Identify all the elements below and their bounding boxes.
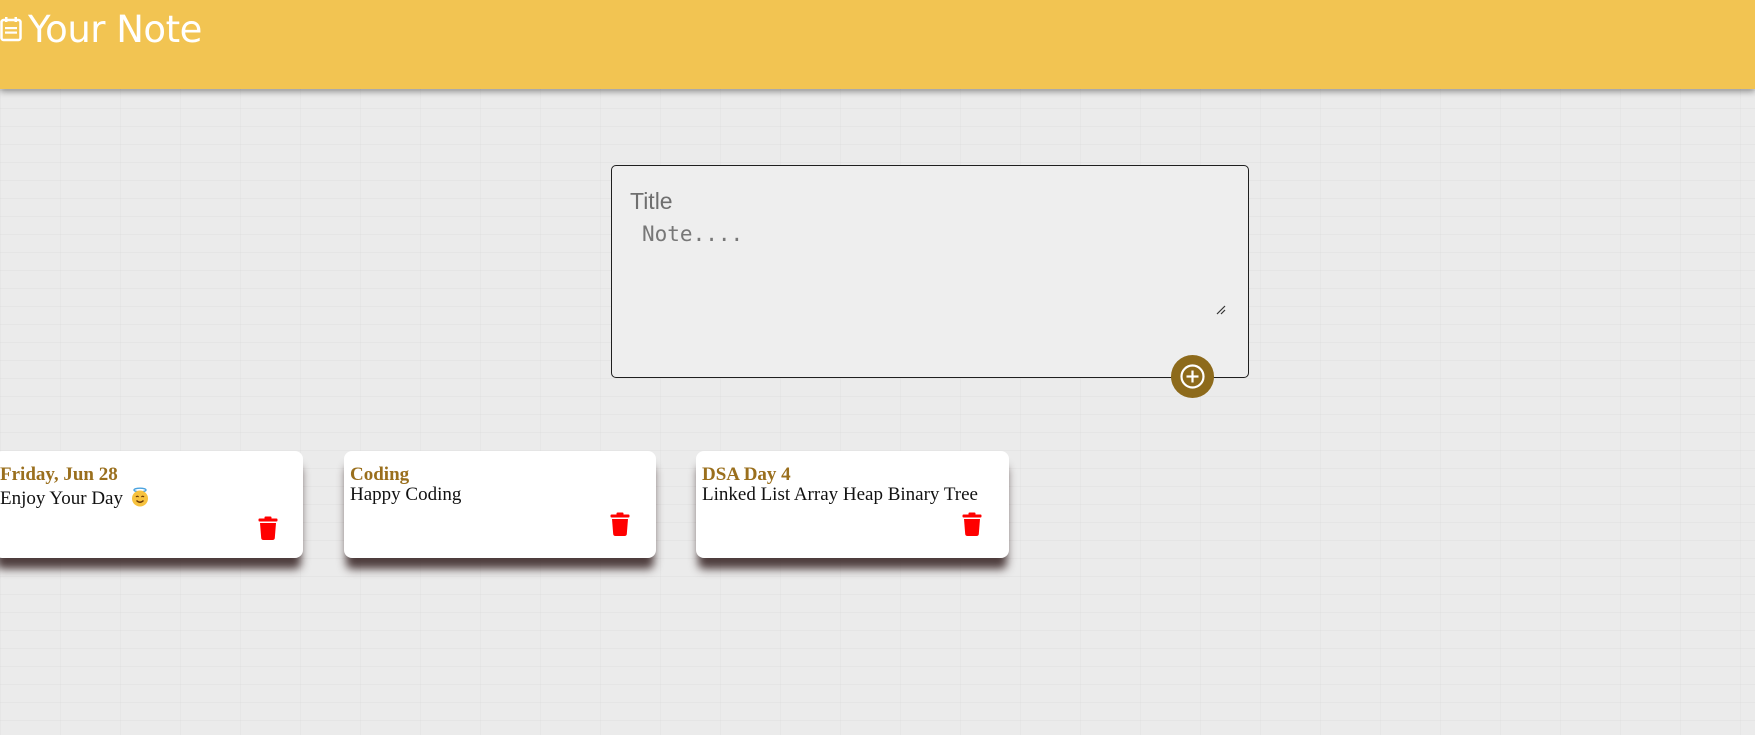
note-title: Friday, Jun 28 — [0, 464, 118, 485]
app-title: Your Note — [28, 8, 202, 51]
trash-icon — [610, 512, 630, 536]
note-body: Linked List Array Heap Binary Tree — [702, 484, 978, 505]
note-card: Friday, Jun 28 Enjoy Your Day — [0, 451, 303, 558]
resize-handle-icon[interactable] — [1216, 305, 1226, 315]
delete-note-button[interactable] — [960, 511, 984, 539]
trash-icon — [962, 512, 982, 536]
note-body-text: Enjoy Your Day — [0, 488, 123, 509]
title-input[interactable] — [630, 184, 1230, 218]
note-title: Coding — [350, 464, 410, 485]
delete-note-button[interactable] — [608, 511, 632, 539]
note-icon — [0, 16, 22, 41]
note-composer — [611, 165, 1249, 378]
note-body: Enjoy Your Day — [0, 487, 150, 510]
plus-circle-icon — [1180, 364, 1205, 389]
smiling-face-with-halo-icon — [131, 487, 148, 507]
delete-note-button[interactable] — [256, 515, 280, 543]
note-card: Coding Happy Coding — [344, 451, 656, 558]
note-textarea[interactable] — [642, 222, 1246, 359]
note-body: Happy Coding — [350, 484, 462, 505]
app-header: Your Note — [0, 0, 1755, 89]
note-card: DSA Day 4 Linked List Array Heap Binary … — [696, 451, 1009, 558]
note-title: DSA Day 4 — [702, 464, 791, 485]
brand: Your Note — [0, 8, 202, 51]
trash-icon — [258, 516, 278, 540]
add-note-button[interactable] — [1171, 355, 1214, 398]
